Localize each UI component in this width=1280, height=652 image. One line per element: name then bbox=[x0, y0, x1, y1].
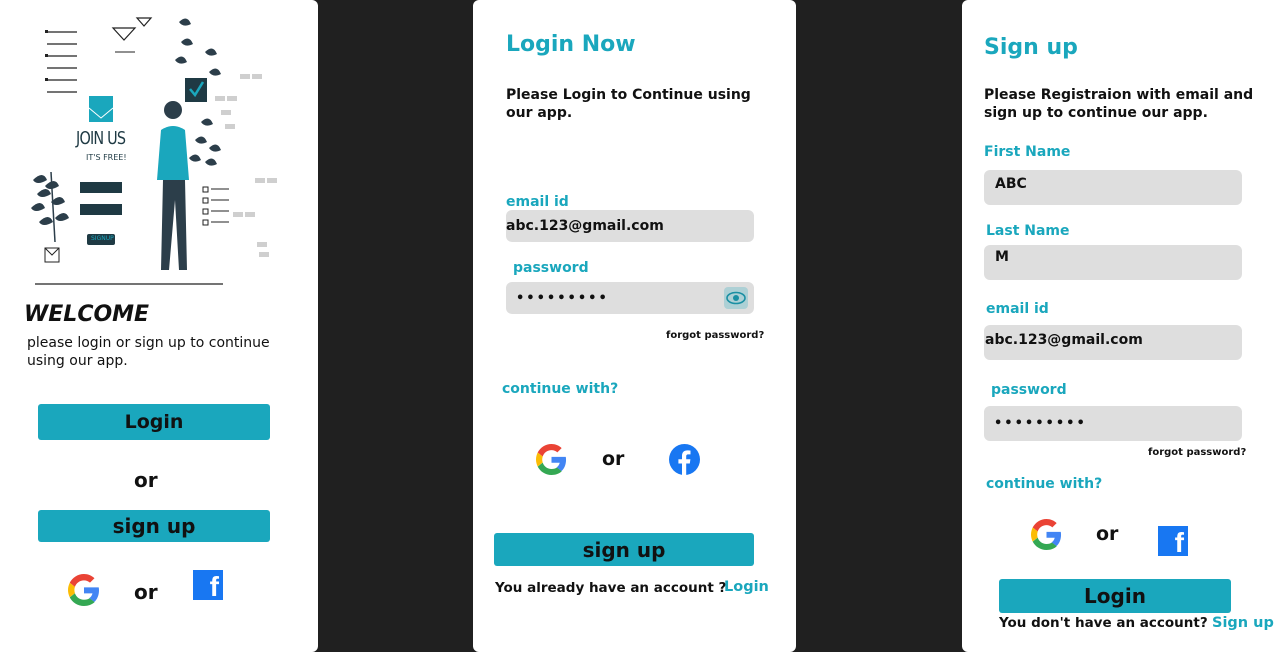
email-field[interactable]: abc.123@gmail.com bbox=[506, 210, 754, 242]
email-value: abc.123@gmail.com bbox=[985, 332, 1143, 348]
google-icon[interactable] bbox=[68, 574, 100, 606]
page-title: Login Now bbox=[506, 32, 636, 57]
signup-screen: Sign up Please Registraion with email an… bbox=[962, 0, 1280, 652]
email-label: email id bbox=[506, 194, 569, 210]
signup-subtitle: Please Registraion with email and sign u… bbox=[984, 87, 1254, 121]
illustration-join-text: JOIN US bbox=[76, 128, 126, 149]
have-account-text: You already have an account ? bbox=[495, 580, 727, 596]
continue-with-label: continue with? bbox=[502, 381, 619, 397]
password-value: ••••••••• bbox=[516, 290, 609, 306]
login-button[interactable]: Login bbox=[38, 404, 270, 440]
facebook-icon[interactable]: f bbox=[1158, 526, 1188, 557]
illustration-signup-text: SIGNUP bbox=[91, 235, 114, 242]
password-field[interactable]: ••••••••• bbox=[984, 406, 1242, 441]
or-social-text: or bbox=[602, 448, 625, 470]
or-social-text: or bbox=[1096, 523, 1119, 545]
page-title: Sign up bbox=[984, 35, 1078, 60]
welcome-title: WELCOME bbox=[24, 302, 150, 327]
first-name-field[interactable]: ABC bbox=[984, 170, 1242, 205]
login-button[interactable]: Login bbox=[999, 579, 1231, 613]
continue-with-label: continue with? bbox=[986, 476, 1103, 492]
login-screen: Login Now Please Login to Continue using… bbox=[473, 0, 796, 652]
login-subtitle: Please Login to Continue using our app. bbox=[506, 87, 751, 121]
first-name-value: ABC bbox=[995, 176, 1027, 192]
first-name-label: First Name bbox=[984, 144, 1071, 160]
no-account-text: You don't have an account? bbox=[999, 615, 1208, 631]
email-field[interactable]: abc.123@gmail.com bbox=[984, 325, 1242, 360]
or-social-text: or bbox=[134, 580, 158, 604]
facebook-icon[interactable] bbox=[669, 444, 700, 475]
last-name-value: M bbox=[995, 249, 1009, 265]
signup-button[interactable]: sign up bbox=[494, 533, 754, 566]
last-name-field[interactable]: M bbox=[984, 245, 1242, 280]
password-label: password bbox=[513, 260, 589, 276]
illustration-free-text: IT'S FREE! bbox=[86, 153, 127, 162]
login-link[interactable]: Login bbox=[724, 579, 769, 595]
eye-icon[interactable] bbox=[724, 287, 748, 309]
email-value: abc.123@gmail.com bbox=[506, 218, 664, 234]
password-label: password bbox=[991, 382, 1067, 398]
welcome-subtitle: please login or sign up to continue usin… bbox=[27, 335, 270, 369]
password-field[interactable]: ••••••••• bbox=[506, 282, 754, 314]
signup-button[interactable]: sign up bbox=[38, 510, 270, 542]
signup-link[interactable]: Sign up bbox=[1212, 615, 1274, 631]
forgot-password-link[interactable]: forgot password? bbox=[666, 330, 764, 341]
welcome-screen: JOIN US IT'S FREE! SIGNUP WELCOME please… bbox=[0, 0, 318, 652]
forgot-password-link[interactable]: forgot password? bbox=[1148, 447, 1246, 458]
join-us-illustration bbox=[31, 17, 277, 285]
google-icon[interactable] bbox=[536, 444, 567, 475]
password-value: ••••••••• bbox=[994, 416, 1087, 431]
google-icon[interactable] bbox=[1031, 519, 1062, 550]
last-name-label: Last Name bbox=[986, 223, 1070, 239]
or-text: or bbox=[134, 468, 158, 492]
email-label: email id bbox=[986, 301, 1049, 317]
facebook-icon[interactable]: f bbox=[193, 570, 223, 601]
